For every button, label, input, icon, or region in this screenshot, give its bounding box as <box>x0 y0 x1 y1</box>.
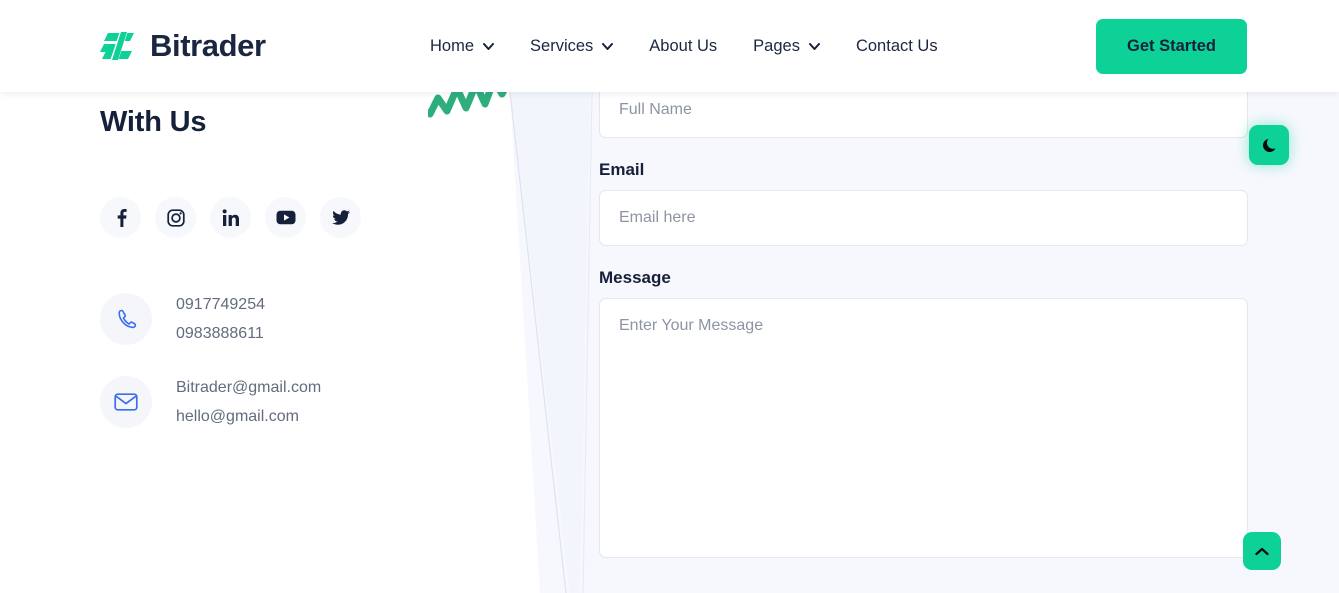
scroll-to-top-button[interactable] <box>1243 532 1281 570</box>
linkedin-icon <box>222 208 239 226</box>
contact-details: 0917749254 0983888611 Bitrader@gmail.com… <box>100 292 520 430</box>
nav-item-label: Contact Us <box>855 36 938 55</box>
main-navigation: Home Services About Us Pages Contact Us <box>420 29 956 64</box>
contact-info-column: With Us 0917749254 0983888611 Bitrader@g… <box>100 92 520 458</box>
social-link-facebook[interactable] <box>100 197 141 238</box>
nav-item-label: Pages <box>753 36 800 55</box>
brand-name: Bitrader <box>150 28 266 63</box>
phone-icon <box>117 309 136 329</box>
youtube-icon <box>276 210 295 225</box>
phone-icon-badge <box>100 293 152 346</box>
chevron-down-icon <box>602 42 614 50</box>
nav-item-label: Home <box>430 36 475 55</box>
email-label: Email <box>599 160 645 179</box>
email-input[interactable] <box>599 190 1248 246</box>
social-links <box>100 197 520 238</box>
page-root: Bitrader Home Services About Us Pages Co… <box>0 0 1339 593</box>
moon-icon <box>1262 138 1275 152</box>
nav-item-contact-us[interactable]: Contact Us <box>838 29 956 64</box>
site-header: Bitrader Home Services About Us Pages Co… <box>0 0 1339 92</box>
nav-item-label: Services <box>530 36 594 55</box>
email-icon-badge <box>100 376 152 429</box>
email-field-wrap: Email <box>599 160 1248 246</box>
contact-line: hello@gmail.com <box>176 407 299 425</box>
nav-item-pages[interactable]: Pages <box>735 29 838 64</box>
get-started-button[interactable]: Get Started <box>1096 18 1247 74</box>
contact-line: Bitrader@gmail.com <box>176 378 322 396</box>
bitrader-logo-icon <box>100 31 134 61</box>
contact-line: 0983888611 <box>176 324 264 342</box>
message-label: Message <box>599 268 671 287</box>
nav-item-home[interactable]: Home <box>420 29 512 64</box>
social-link-youtube[interactable] <box>265 197 306 238</box>
contact-row-phone: 0917749254 0983888611 <box>100 292 520 347</box>
dark-mode-toggle-button[interactable] <box>1249 125 1289 165</box>
twitter-icon <box>332 209 350 225</box>
message-field-wrap: Message <box>599 268 1248 563</box>
message-textarea[interactable] <box>599 298 1248 558</box>
contact-form: Email Message <box>599 82 1248 563</box>
email-icon <box>114 393 138 411</box>
facebook-icon <box>117 209 127 227</box>
chevron-down-icon <box>483 42 495 50</box>
page-title: With Us <box>100 106 207 138</box>
contact-text-email: Bitrader@gmail.com hello@gmail.com <box>176 375 321 430</box>
chevron-up-icon <box>1255 547 1269 555</box>
nav-item-about-us[interactable]: About Us <box>631 29 735 64</box>
social-link-instagram[interactable] <box>155 197 196 238</box>
nav-item-label: About Us <box>649 36 718 55</box>
social-link-twitter[interactable] <box>320 197 361 238</box>
contact-row-email: Bitrader@gmail.com hello@gmail.com <box>100 375 520 430</box>
brand-logo[interactable]: Bitrader <box>100 28 266 64</box>
nav-item-services[interactable]: Services <box>512 29 631 64</box>
contact-line: 0917749254 <box>176 296 265 313</box>
chevron-down-icon <box>808 42 820 50</box>
contact-text-phone: 0917749254 0983888611 <box>176 292 265 347</box>
instagram-icon <box>166 208 185 227</box>
social-link-linkedin[interactable] <box>210 197 251 238</box>
